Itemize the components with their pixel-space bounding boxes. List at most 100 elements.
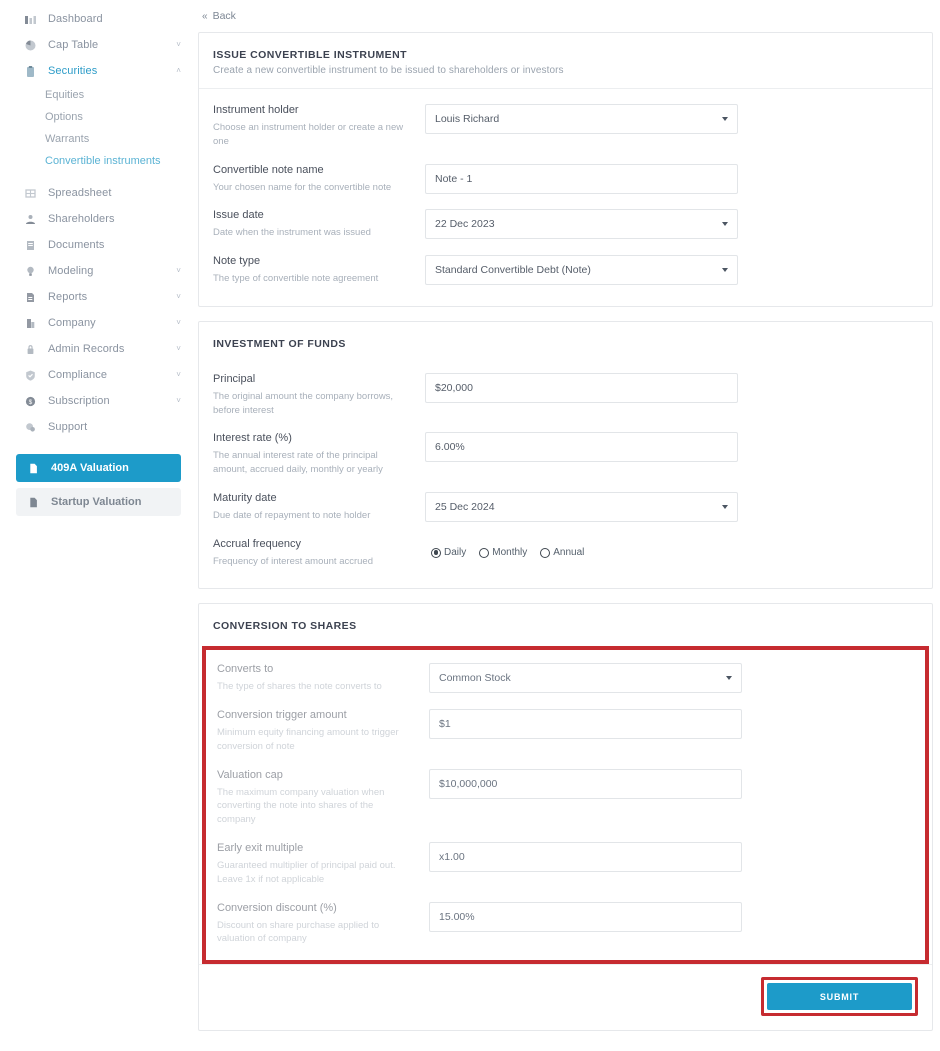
maturity-date-select[interactable]: 25 Dec 2024 [425,491,738,522]
issue-convertible-instrument-card: ISSUE CONVERTIBLE INSTRUMENT Create a ne… [198,32,933,307]
double-chevron-left-icon: « [202,10,208,22]
chevron-down-icon [722,117,728,121]
building-icon [24,317,37,330]
chevron-down-icon [722,504,728,509]
sidebar-subitem-label: Warrants [45,133,90,145]
valuation-cap-input[interactable]: $10,000,000 [429,768,742,799]
sidebar-item-spreadsheet[interactable]: Spreadsheet [0,180,195,206]
field-convertible-note-name: Convertible note name Your chosen name f… [213,163,918,195]
selected-value: 22 Dec 2023 [435,218,495,231]
shield-check-icon [24,369,37,382]
field-labels: Early exit multiple Guaranteed multiplie… [217,841,429,887]
convertible-note-name-input[interactable]: Note - 1 [425,163,738,194]
field-labels: Issue date Date when the instrument was … [213,208,425,240]
field-label: Conversion trigger amount [217,709,347,722]
field-label: Interest rate (%) [213,432,292,445]
sidebar-subitem-options[interactable]: Options [0,106,195,128]
field-help: The type of shares the note converts to [217,681,382,693]
conversion-to-shares-card: CONVERSION TO SHARES Converts to The typ… [198,603,933,1032]
issue-date-select[interactable]: 22 Dec 2023 [425,209,738,240]
radio-option-monthly[interactable]: Monthly [479,547,527,558]
sidebar-item-modeling[interactable]: Modeling ˅ [0,258,195,284]
chevron-down-icon: ˅ [176,318,181,327]
sidebar-item-support[interactable]: Support [0,414,195,440]
field-labels: Accrual frequency Frequency of interest … [213,537,425,569]
field-labels: Interest rate (%) The annual interest ra… [213,431,425,477]
pie-chart-icon [24,39,37,52]
sidebar-subitem-warrants[interactable]: Warrants [0,128,195,150]
sidebar-subitem-label: Equities [45,89,85,101]
field-control: 25 Dec 2024 [425,491,918,522]
field-label: Valuation cap [217,768,283,781]
field-control: $10,000,000 [429,768,914,799]
converts-to-select[interactable]: Common Stock [429,663,742,694]
field-help: The type of convertible note agreement [213,273,379,285]
sidebar-item-label: Support [48,421,88,433]
main-content: « Back ISSUE CONVERTIBLE INSTRUMENT Crea… [195,0,940,1051]
sidebar-item-label: Modeling [48,265,94,277]
principal-input[interactable]: $20,000 [425,372,738,403]
sidebar-item-409a-valuation[interactable]: 409A Valuation [16,454,181,482]
back-button[interactable]: « Back [195,0,933,32]
sidebar-item-label: Admin Records [48,343,125,355]
sidebar-item-label: Shareholders [48,213,115,225]
lock-icon [24,343,37,356]
field-control: Louis Richard [425,103,918,134]
sidebar-item-documents[interactable]: Documents [0,232,195,258]
sidebar-item-label: Subscription [48,395,110,407]
selected-value: Common Stock [439,672,511,685]
field-label: Issue date [213,209,264,222]
conversion-discount-input[interactable]: 15.00% [429,901,742,932]
field-help: Your chosen name for the convertible not… [213,181,392,193]
input-value: 15.00% [439,910,475,923]
section-title: INVESTMENT OF FUNDS [213,337,346,350]
submit-button-highlight: SUBMIT [761,977,918,1017]
svg-text:$: $ [29,399,33,406]
sidebar-item-label: Spreadsheet [48,187,112,199]
chevron-down-icon: ˅ [176,344,181,353]
page-subtitle: Create a new convertible instrument to b… [213,65,564,76]
input-value: $1 [439,718,451,731]
field-note-type: Note type The type of convertible note a… [213,254,918,286]
sidebar-item-reports[interactable]: Reports ˅ [0,284,195,310]
note-type-select[interactable]: Standard Convertible Debt (Note) [425,255,738,286]
sidebar-item-admin-records[interactable]: Admin Records ˅ [0,336,195,362]
conversion-trigger-amount-input[interactable]: $1 [429,709,742,740]
field-help: Choose an instrument holder or create a … [213,122,404,147]
input-value: 6.00% [435,441,465,454]
sidebar: Dashboard Cap Table ˅ Securities ˄ Equit… [0,0,195,1051]
radio-option-annual[interactable]: Annual [540,547,584,558]
sidebar-subitem-equities[interactable]: Equities [0,84,195,106]
instrument-holder-select[interactable]: Louis Richard [425,104,738,134]
radio-option-daily[interactable]: Daily [431,547,466,558]
field-help: The original amount the company borrows,… [213,390,394,416]
field-help: Date when the instrument was issued [213,227,371,239]
sidebar-item-company[interactable]: Company ˅ [0,310,195,336]
sidebar-item-securities[interactable]: Securities ˄ [0,58,195,84]
submit-button[interactable]: SUBMIT [767,983,912,1011]
input-value: $20,000 [435,381,473,394]
chevron-down-icon: ˅ [176,292,181,301]
selected-value: Louis Richard [435,113,500,125]
field-early-exit-multiple: Early exit multiple Guaranteed multiplie… [217,841,914,887]
sidebar-item-startup-valuation[interactable]: Startup Valuation [16,488,181,516]
card-header: CONVERSION TO SHARES [199,604,932,646]
investment-of-funds-card: INVESTMENT OF FUNDS Principal The origin… [198,320,933,590]
sidebar-item-subscription[interactable]: $ Subscription ˅ [0,388,195,414]
sidebar-item-label: Dashboard [48,13,103,25]
file-icon [27,462,40,475]
back-label: Back [212,10,236,22]
sidebar-item-compliance[interactable]: Compliance ˅ [0,362,195,388]
interest-rate-input[interactable]: 6.00% [425,432,738,463]
field-principal: Principal The original amount the compan… [213,372,918,418]
chevron-down-icon [726,676,732,681]
input-value: $10,000,000 [439,777,498,790]
sidebar-item-cap-table[interactable]: Cap Table ˅ [0,32,195,58]
field-conversion-discount: Conversion discount (%) Discount on shar… [217,901,914,947]
sidebar-item-dashboard[interactable]: Dashboard [0,6,195,32]
sidebar-item-shareholders[interactable]: Shareholders [0,206,195,232]
early-exit-multiple-input[interactable]: x1.00 [429,842,742,873]
chevron-up-icon: ˄ [176,66,181,75]
sidebar-subitem-convertible-instruments[interactable]: Convertible instruments [0,150,195,172]
